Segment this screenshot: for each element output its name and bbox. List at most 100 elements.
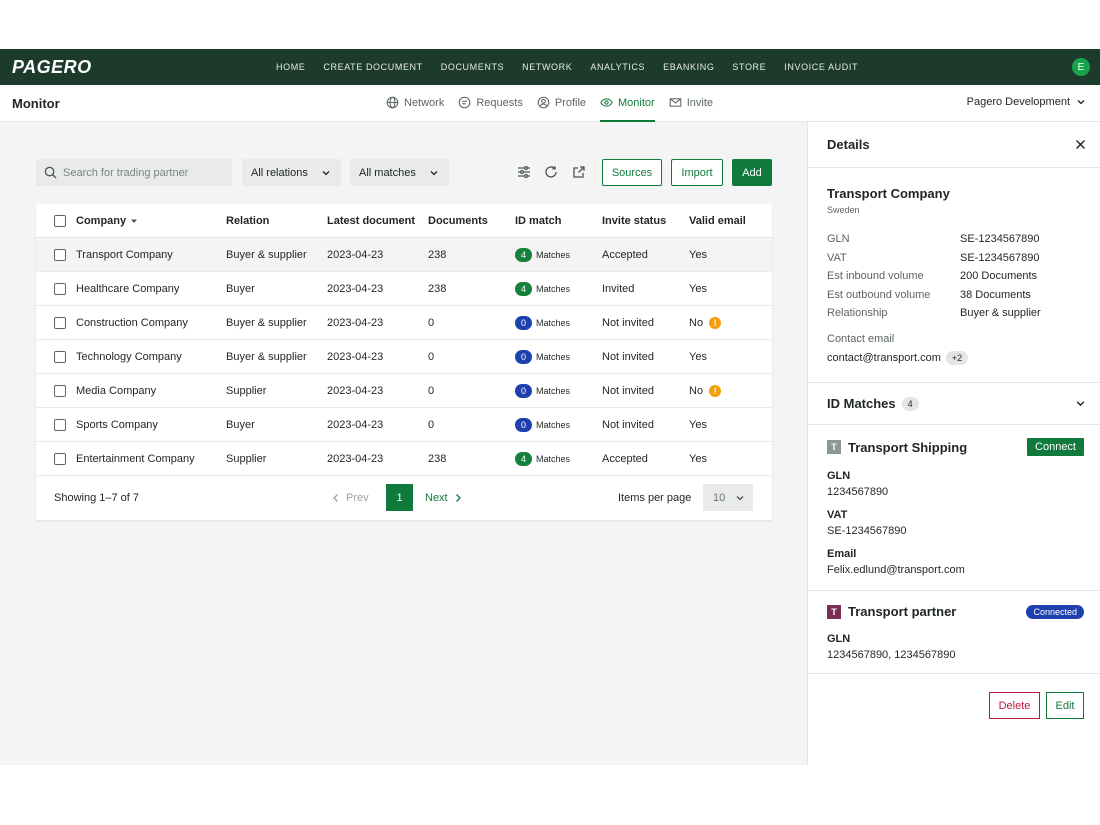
add-button[interactable]: Add bbox=[732, 159, 772, 186]
match-field-value: Felix.edlund@transport.com bbox=[827, 564, 965, 576]
nav-home[interactable]: HOME bbox=[276, 62, 305, 72]
more-emails-chip[interactable]: +2 bbox=[945, 350, 969, 365]
row-checkbox[interactable] bbox=[54, 418, 66, 431]
organization-select[interactable]: Pagero Development bbox=[967, 96, 1086, 108]
tab-monitor[interactable]: Monitor bbox=[600, 85, 655, 122]
items-per-page-value: 10 bbox=[713, 491, 726, 504]
valid-email-value: Yes bbox=[689, 350, 707, 363]
id-matches-header[interactable]: ID Matches 4 bbox=[808, 382, 1100, 425]
detail-field-value: 38 Documents bbox=[960, 288, 1031, 301]
column-id-match[interactable]: ID match bbox=[515, 215, 602, 227]
cell-valid-email: Yes bbox=[689, 351, 769, 363]
tab-network[interactable]: Network bbox=[386, 85, 444, 122]
id-match-pill[interactable]: 0 Matches bbox=[515, 349, 570, 364]
search-box[interactable] bbox=[36, 159, 232, 186]
cell-invite-status: Not invited bbox=[602, 316, 654, 329]
current-page-button[interactable]: 1 bbox=[386, 484, 413, 511]
column-company[interactable]: Company bbox=[76, 215, 226, 227]
filter-settings-button[interactable] bbox=[516, 164, 532, 180]
refresh-button[interactable] bbox=[543, 164, 559, 180]
tab-profile[interactable]: Profile bbox=[537, 85, 586, 122]
table-row[interactable]: Healthcare Company Buyer 2023-04-23 238 4 Mat… bbox=[36, 272, 772, 306]
pagero-logo[interactable]: PAGERO bbox=[12, 57, 92, 78]
cell-latest-document: 2023-04-23 bbox=[327, 384, 384, 397]
id-match-pill[interactable]: 0 Matches bbox=[515, 417, 570, 432]
table-row[interactable]: Construction Company Buyer & supplier 2023… bbox=[36, 306, 772, 340]
edit-button[interactable]: Edit bbox=[1046, 692, 1084, 719]
user-circle-icon bbox=[537, 96, 550, 109]
search-input[interactable] bbox=[63, 166, 223, 179]
detail-field-value: Buyer & supplier bbox=[960, 307, 1041, 320]
nav-ebanking[interactable]: EBANKING bbox=[663, 62, 714, 72]
id-match-pill[interactable]: 0 Matches bbox=[515, 315, 570, 330]
match-count: 4 bbox=[515, 247, 532, 262]
sources-button[interactable]: Sources bbox=[602, 159, 662, 186]
close-icon[interactable] bbox=[1075, 139, 1086, 150]
cell-invite-status: Invited bbox=[602, 282, 635, 295]
id-match-name: Transport Shipping bbox=[848, 439, 968, 455]
cell-latest-document: 2023-04-23 bbox=[327, 248, 384, 261]
table-row[interactable]: Sports Company Buyer 2023-04-23 0 0 Matches No… bbox=[36, 408, 772, 442]
column-invite-status[interactable]: Invite status bbox=[602, 215, 689, 227]
row-checkbox[interactable] bbox=[54, 384, 66, 397]
id-match-pill[interactable]: 0 Matches bbox=[515, 383, 570, 398]
user-avatar[interactable]: E bbox=[1072, 58, 1090, 76]
cell-company[interactable]: Entertainment Company bbox=[76, 453, 226, 465]
warning-icon[interactable]: ! bbox=[709, 316, 722, 329]
select-all-checkbox[interactable] bbox=[54, 214, 66, 227]
row-checkbox[interactable] bbox=[54, 282, 66, 295]
warning-icon[interactable]: ! bbox=[709, 384, 722, 397]
cell-company[interactable]: Sports Company bbox=[76, 419, 226, 431]
chevron-down-icon[interactable] bbox=[1075, 398, 1086, 409]
cell-documents: 0 bbox=[428, 384, 435, 397]
id-match-pill[interactable]: 4 Matches bbox=[515, 247, 570, 262]
id-match-pill[interactable]: 4 Matches bbox=[515, 281, 570, 296]
nav-store[interactable]: STORE bbox=[732, 62, 766, 72]
nav-analytics[interactable]: ANALYTICS bbox=[590, 62, 645, 72]
matches-filter-dropdown[interactable]: All matches bbox=[350, 159, 449, 186]
table-row[interactable]: Entertainment Company Supplier 2023-04-23 2… bbox=[36, 442, 772, 476]
chevron-right-icon bbox=[455, 493, 461, 502]
row-select-cell bbox=[36, 248, 76, 261]
items-per-page-select[interactable]: 10 bbox=[703, 484, 753, 511]
import-button[interactable]: Import bbox=[671, 159, 723, 186]
row-select-cell bbox=[36, 452, 76, 465]
tab-requests[interactable]: Requests bbox=[458, 85, 523, 122]
id-match-name-group: T Transport Shipping bbox=[827, 440, 967, 455]
nav-documents[interactable]: DOCUMENTS bbox=[441, 62, 504, 72]
valid-email-value: No bbox=[689, 384, 704, 397]
column-latest-document[interactable]: Latest document bbox=[327, 215, 428, 227]
table-row[interactable]: Transport Company Buyer & supplier 2023-04… bbox=[36, 238, 772, 272]
cell-company[interactable]: Technology Company bbox=[76, 351, 226, 363]
row-checkbox[interactable] bbox=[54, 350, 66, 363]
row-checkbox[interactable] bbox=[54, 248, 66, 261]
relations-filter-dropdown[interactable]: All relations bbox=[242, 159, 341, 186]
refresh-icon bbox=[545, 166, 557, 178]
valid-email-value: Yes bbox=[689, 418, 707, 431]
row-checkbox[interactable] bbox=[54, 316, 66, 329]
prev-label: Prev bbox=[346, 491, 369, 504]
cell-latest-document: 2023-04-23 bbox=[327, 452, 384, 465]
cell-company[interactable]: Healthcare Company bbox=[76, 283, 226, 295]
connect-button[interactable]: Connect bbox=[1027, 438, 1084, 456]
column-valid-email[interactable]: Valid email bbox=[689, 215, 769, 227]
id-match-pill[interactable]: 4 Matches bbox=[515, 451, 570, 466]
next-page-button[interactable]: Next bbox=[425, 492, 462, 504]
select-all-cell bbox=[36, 214, 76, 227]
nav-invoice-audit[interactable]: INVOICE AUDIT bbox=[784, 62, 858, 72]
nav-create-document[interactable]: CREATE DOCUMENT bbox=[323, 62, 422, 72]
column-relation[interactable]: Relation bbox=[226, 215, 327, 227]
column-company-label: Company bbox=[76, 214, 127, 227]
column-documents[interactable]: Documents bbox=[428, 215, 515, 227]
cell-company[interactable]: Construction Company bbox=[76, 317, 226, 329]
prev-page-button[interactable]: Prev bbox=[332, 492, 386, 504]
export-button[interactable] bbox=[571, 164, 587, 180]
table-row[interactable]: Technology Company Buyer & supplier 2023-0… bbox=[36, 340, 772, 374]
delete-button[interactable]: Delete bbox=[989, 692, 1040, 719]
table-row[interactable]: Media Company Supplier 2023-04-23 0 0 Matches… bbox=[36, 374, 772, 408]
cell-company[interactable]: Transport Company bbox=[76, 249, 226, 261]
nav-network[interactable]: NETWORK bbox=[522, 62, 572, 72]
cell-company[interactable]: Media Company bbox=[76, 385, 226, 397]
tab-invite[interactable]: Invite bbox=[669, 85, 713, 122]
row-checkbox[interactable] bbox=[54, 452, 66, 465]
